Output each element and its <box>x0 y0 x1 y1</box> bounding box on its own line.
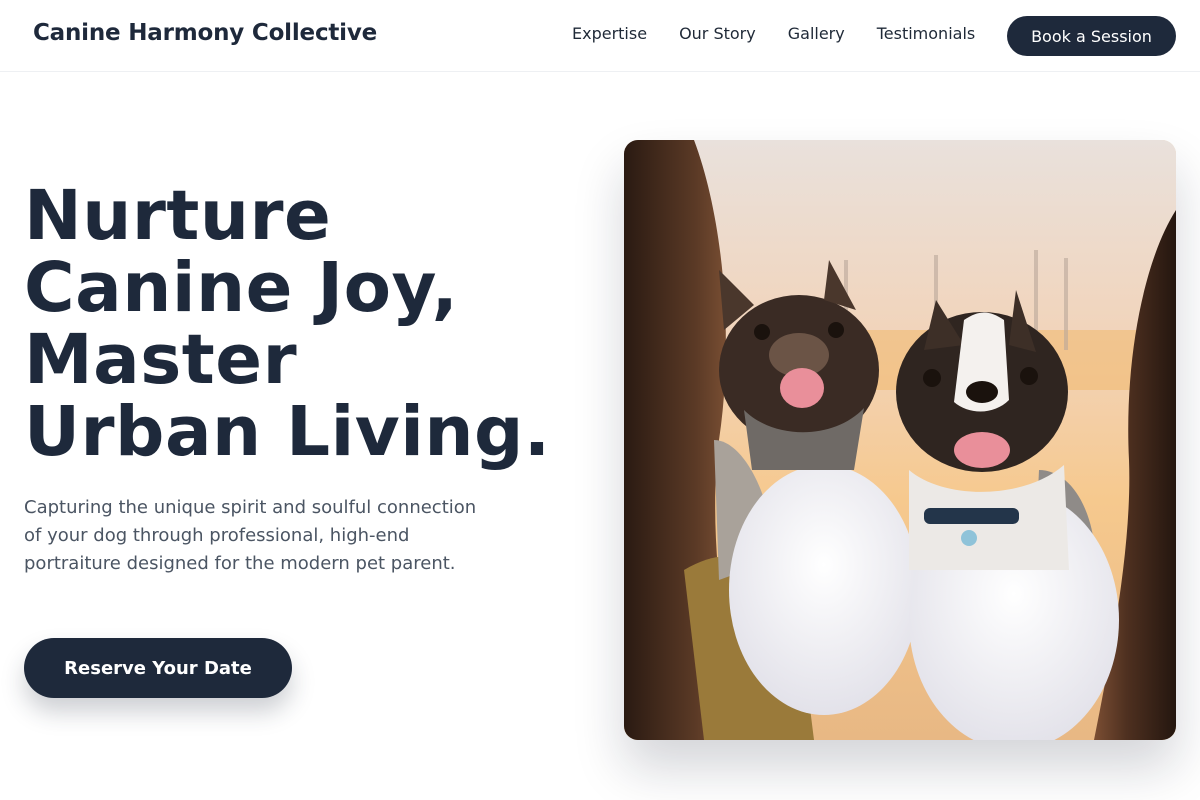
nav-link-gallery[interactable]: Gallery <box>788 24 845 46</box>
brand-logo-text[interactable]: Canine Harmony Collective <box>33 20 377 46</box>
hero-title-line: Master <box>24 320 298 400</box>
nav-link-testimonials[interactable]: Testimonials <box>877 24 976 46</box>
hero-dog-photo <box>624 140 1176 740</box>
hero-title-line: Urban Living. <box>24 392 551 472</box>
navbar: Canine Harmony Collective Expertise Our … <box>0 0 1200 72</box>
hero-title-line: Canine Joy, <box>24 248 459 328</box>
hero-title-line: Nurture <box>24 176 332 256</box>
book-session-button[interactable]: Book a Session <box>1007 16 1176 56</box>
dogs-illustration <box>624 140 1176 740</box>
nav-link-our-story[interactable]: Our Story <box>679 24 756 46</box>
hero-title: Nurture Canine Joy, Master Urban Living. <box>24 180 604 468</box>
nav-link-expertise[interactable]: Expertise <box>572 24 647 46</box>
reserve-date-button[interactable]: Reserve Your Date <box>24 638 292 698</box>
nav-links: Expertise Our Story Gallery Testimonials <box>572 24 975 46</box>
hero-subtitle: Capturing the unique spirit and soulful … <box>24 497 477 574</box>
